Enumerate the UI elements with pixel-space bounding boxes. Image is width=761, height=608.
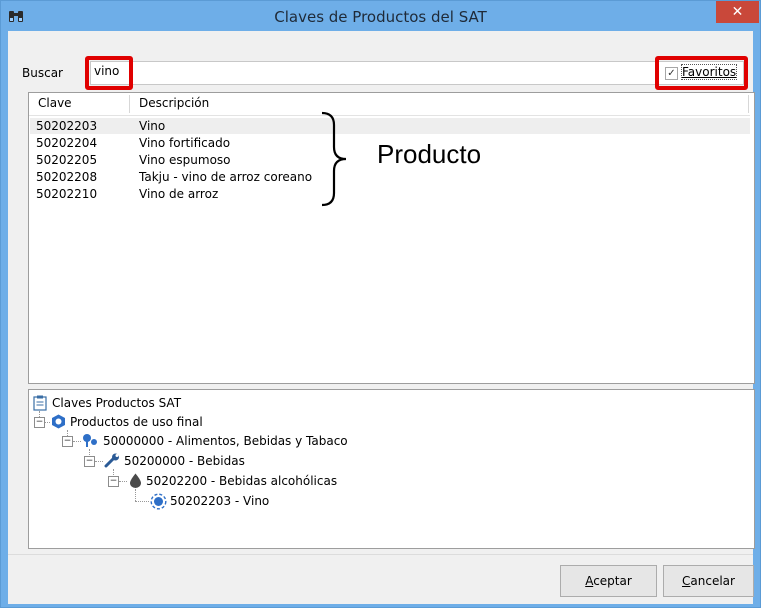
food-items-icon xyxy=(83,434,97,447)
collapse-toggle[interactable]: − xyxy=(108,476,119,487)
product-list[interactable]: Clave Descripción 50202203 Vino 50202204… xyxy=(28,92,755,384)
cancel-button[interactable]: Cancelar xyxy=(663,565,754,597)
close-button[interactable]: ✕ xyxy=(716,1,759,23)
tree-connector xyxy=(119,481,127,482)
minus-icon: − xyxy=(35,417,44,427)
search-label: Buscar xyxy=(22,66,63,80)
table-row[interactable]: 50202203 Vino xyxy=(30,118,750,134)
drop-icon xyxy=(130,473,141,488)
tree-node-bebidas[interactable]: 50200000 - Bebidas xyxy=(124,453,245,469)
favorites-highlight xyxy=(655,56,748,90)
column-divider[interactable] xyxy=(129,95,130,113)
cell-descripcion: Vino espumoso xyxy=(139,153,231,167)
tree-node-productos-uso-final[interactable]: Productos de uso final xyxy=(70,414,203,430)
window-title: Claves de Productos del SAT xyxy=(274,8,487,26)
minus-icon: − xyxy=(63,436,72,446)
cell-descripcion: Vino de arroz xyxy=(139,187,219,201)
annotation-label: Producto xyxy=(377,139,482,169)
minus-icon: − xyxy=(85,456,94,466)
clipboard-icon xyxy=(33,395,47,411)
accept-label: ceptar xyxy=(593,574,632,588)
cancel-label: ancelar xyxy=(690,574,735,588)
tree-connector xyxy=(135,489,136,501)
close-icon: ✕ xyxy=(731,4,744,20)
tree-connector xyxy=(45,422,50,423)
tree-node-bebidas-alcoholicas[interactable]: 50202200 - Bebidas alcohólicas xyxy=(146,473,337,489)
curly-brace-annotation xyxy=(321,111,347,207)
tree-connector xyxy=(135,501,149,502)
tree-node-vino[interactable]: 50202203 - Vino xyxy=(170,493,269,509)
tree-node-root[interactable]: Claves Productos SAT xyxy=(52,395,181,411)
accept-accesskey: A xyxy=(585,574,594,588)
collapse-toggle[interactable]: − xyxy=(84,456,95,467)
column-header-clave[interactable]: Clave xyxy=(38,96,72,110)
accept-button[interactable]: Aceptar xyxy=(560,565,657,597)
cell-clave: 50202204 xyxy=(36,136,98,150)
table-row[interactable]: 50202210 Vino de arroz xyxy=(30,186,750,202)
title-bar[interactable]: Claves de Productos del SAT ✕ xyxy=(1,1,760,31)
collapse-toggle[interactable]: − xyxy=(34,417,45,428)
selected-node-icon xyxy=(150,493,167,510)
tree-connector xyxy=(73,441,81,442)
column-divider[interactable] xyxy=(748,95,749,113)
cell-clave: 50202208 xyxy=(36,170,98,184)
minus-icon: − xyxy=(109,476,118,486)
search-input[interactable] xyxy=(90,61,744,85)
cell-descripcion: Vino xyxy=(139,119,166,133)
wrench-icon xyxy=(104,453,119,468)
cell-clave: 50202203 xyxy=(36,119,98,133)
cell-descripcion: Vino fortificado xyxy=(139,136,231,150)
tree-connector xyxy=(95,461,103,462)
column-header-descripcion[interactable]: Descripción xyxy=(139,96,209,110)
cell-clave: 50202210 xyxy=(36,187,98,201)
tree-node-alimentos-bebidas-tabaco[interactable]: 50000000 - Alimentos, Bebidas y Tabaco xyxy=(103,433,348,449)
table-row[interactable]: 50202208 Takju - vino de arroz coreano xyxy=(30,169,750,185)
category-tree[interactable]: Claves Productos SAT − Productos de uso … xyxy=(28,389,755,549)
hexagon-icon xyxy=(52,414,65,429)
search-highlight xyxy=(85,56,133,90)
cell-descripcion: Takju - vino de arroz coreano xyxy=(139,170,313,184)
list-header: Clave Descripción xyxy=(29,93,750,116)
collapse-toggle[interactable]: − xyxy=(62,436,73,447)
cell-clave: 50202205 xyxy=(36,153,98,167)
